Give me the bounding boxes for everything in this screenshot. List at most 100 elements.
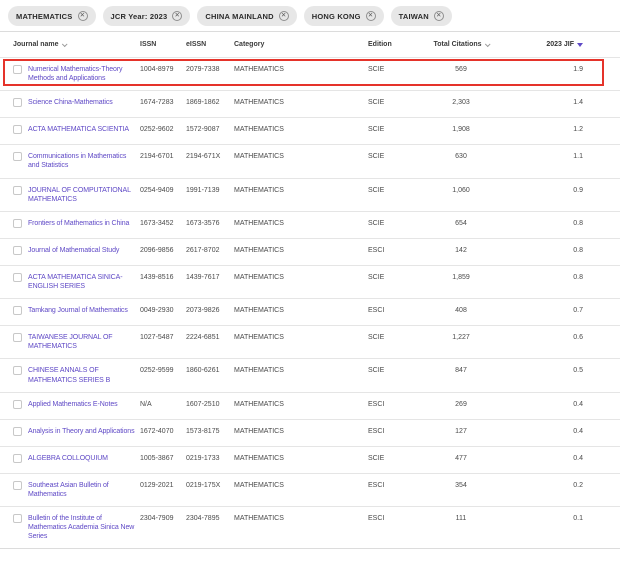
category-cell: MATHEMATICS xyxy=(234,400,360,409)
eissn-cell: 1607-2510 xyxy=(186,400,234,409)
jif-cell: 0.8 xyxy=(510,273,620,282)
journal-name-link[interactable]: Science China-Mathematics xyxy=(28,98,140,107)
journal-name-link[interactable]: Analysis in Theory and Applications xyxy=(28,427,140,436)
edition-cell: SCIE xyxy=(360,98,412,107)
row-checkbox[interactable] xyxy=(13,152,22,161)
chip-close-icon[interactable]: ✕ xyxy=(279,11,289,21)
jif-cell: 0.4 xyxy=(510,427,620,436)
row-checkbox[interactable] xyxy=(13,454,22,463)
journal-name-link[interactable]: Southeast Asian Bulletin of Mathematics xyxy=(28,481,140,499)
category-cell: MATHEMATICS xyxy=(234,273,360,282)
journal-name-link[interactable]: Bulletin of the Institute of Mathematics… xyxy=(28,514,140,541)
filter-chip-mathematics[interactable]: MATHEMATICS ✕ xyxy=(8,6,96,26)
filter-chip-china-mainland[interactable]: CHINA MAINLAND ✕ xyxy=(197,6,296,26)
table-row: Communications in Mathematics and Statis… xyxy=(0,145,620,178)
journal-name-link[interactable]: Frontiers of Mathematics in China xyxy=(28,219,140,228)
journal-name-link[interactable]: Tamkang Journal of Mathematics xyxy=(28,306,140,315)
total-citations-cell: 111 xyxy=(412,514,510,523)
row-checkbox[interactable] xyxy=(13,366,22,375)
row-checkbox[interactable] xyxy=(13,186,22,195)
journal-name-link[interactable]: Journal of Mathematical Study xyxy=(28,246,140,255)
row-checkbox[interactable] xyxy=(13,481,22,490)
eissn-cell: 1572-9087 xyxy=(186,125,234,134)
row-checkbox[interactable] xyxy=(13,246,22,255)
journal-name-link[interactable]: Applied Mathematics E-Notes xyxy=(28,400,140,409)
table-row: Science China-Mathematics 1674-7283 1869… xyxy=(0,91,620,118)
issn-cell: 0049-2930 xyxy=(140,306,186,315)
row-checkbox[interactable] xyxy=(13,65,22,74)
category-cell: MATHEMATICS xyxy=(234,65,360,74)
jif-cell: 0.8 xyxy=(510,219,620,228)
journal-name-link[interactable]: TAIWANESE JOURNAL OF MATHEMATICS xyxy=(28,333,140,351)
jif-cell: 0.4 xyxy=(510,400,620,409)
row-checkbox[interactable] xyxy=(13,306,22,315)
total-citations-cell: 408 xyxy=(412,306,510,315)
column-header-issn: ISSN xyxy=(140,41,186,48)
issn-cell: 1439-8516 xyxy=(140,273,186,282)
column-header-2023-jif[interactable]: 2023 JIF xyxy=(510,41,620,48)
filter-chip-label: JCR Year: 2023 xyxy=(111,12,168,21)
chip-close-icon[interactable]: ✕ xyxy=(172,11,182,21)
category-cell: MATHEMATICS xyxy=(234,514,360,523)
total-citations-cell: 630 xyxy=(412,152,510,161)
eissn-cell: 2224-6851 xyxy=(186,333,234,342)
chip-close-icon[interactable]: ✕ xyxy=(78,11,88,21)
jif-cell: 1.4 xyxy=(510,98,620,107)
column-header-eissn: eISSN xyxy=(186,41,234,48)
row-checkbox[interactable] xyxy=(13,98,22,107)
filter-chip-bar: MATHEMATICS ✕ JCR Year: 2023 ✕ CHINA MAI… xyxy=(0,0,620,31)
issn-cell: 0254-9409 xyxy=(140,186,186,195)
row-checkbox[interactable] xyxy=(13,125,22,134)
table-row: Journal of Mathematical Study 2096-9856 … xyxy=(0,239,620,266)
column-header-journal-name[interactable]: Journal name xyxy=(0,41,140,48)
journal-name-link[interactable]: ACTA MATHEMATICA SCIENTIA xyxy=(28,125,140,134)
total-citations-cell: 2,303 xyxy=(412,98,510,107)
table-row: Southeast Asian Bulletin of Mathematics … xyxy=(0,474,620,507)
eissn-cell: 2617-8702 xyxy=(186,246,234,255)
edition-cell: ESCI xyxy=(360,400,412,409)
row-checkbox[interactable] xyxy=(13,400,22,409)
journal-name-link[interactable]: JOURNAL OF COMPUTATIONAL MATHEMATICS xyxy=(28,186,140,204)
chip-close-icon[interactable]: ✕ xyxy=(434,11,444,21)
jif-cell: 0.2 xyxy=(510,481,620,490)
table-row: ALGEBRA COLLOQUIUM 1005-3867 0219-1733 M… xyxy=(0,447,620,474)
journal-name-link[interactable]: ALGEBRA COLLOQUIUM xyxy=(28,454,140,463)
filter-chip-taiwan[interactable]: TAIWAN ✕ xyxy=(391,6,452,26)
journal-name-link[interactable]: Communications in Mathematics and Statis… xyxy=(28,152,140,170)
journal-name-link[interactable]: CHINESE ANNALS OF MATHEMATICS SERIES B xyxy=(28,366,140,384)
row-checkbox[interactable] xyxy=(13,273,22,282)
table-body: Numerical Mathematics-Theory Methods and… xyxy=(0,58,620,548)
category-cell: MATHEMATICS xyxy=(234,427,360,436)
edition-cell: SCIE xyxy=(360,366,412,375)
chip-close-icon[interactable]: ✕ xyxy=(366,11,376,21)
category-cell: MATHEMATICS xyxy=(234,306,360,315)
jif-cell: 0.5 xyxy=(510,366,620,375)
eissn-cell: 0219-175X xyxy=(186,481,234,490)
journal-name-link[interactable]: Numerical Mathematics-Theory Methods and… xyxy=(28,65,140,83)
issn-cell: 2194-6701 xyxy=(140,152,186,161)
jcr-journals-page: MATHEMATICS ✕ JCR Year: 2023 ✕ CHINA MAI… xyxy=(0,0,620,568)
issn-cell: 1005-3867 xyxy=(140,454,186,463)
column-header-total-citations[interactable]: Total Citations xyxy=(412,41,510,48)
journal-name-link[interactable]: ACTA MATHEMATICA SINICA-ENGLISH SERIES xyxy=(28,273,140,291)
row-checkbox[interactable] xyxy=(13,219,22,228)
row-checkbox[interactable] xyxy=(13,333,22,342)
table-header-row: Journal name ISSN eISSN Category Edition… xyxy=(0,32,620,58)
issn-cell: 0252-9602 xyxy=(140,125,186,134)
row-checkbox[interactable] xyxy=(13,427,22,436)
category-cell: MATHEMATICS xyxy=(234,152,360,161)
filter-chip-hong-kong[interactable]: HONG KONG ✕ xyxy=(304,6,384,26)
category-cell: MATHEMATICS xyxy=(234,219,360,228)
issn-cell: 0129-2021 xyxy=(140,481,186,490)
total-citations-cell: 477 xyxy=(412,454,510,463)
category-cell: MATHEMATICS xyxy=(234,125,360,134)
filter-chip-jcr-year[interactable]: JCR Year: 2023 ✕ xyxy=(103,6,191,26)
total-citations-cell: 569 xyxy=(412,65,510,74)
jif-cell: 0.4 xyxy=(510,454,620,463)
filter-chip-label: CHINA MAINLAND xyxy=(205,12,273,21)
table-row: Analysis in Theory and Applications 1672… xyxy=(0,420,620,447)
edition-cell: SCIE xyxy=(360,219,412,228)
category-cell: MATHEMATICS xyxy=(234,186,360,195)
row-checkbox[interactable] xyxy=(13,514,22,523)
edition-cell: SCIE xyxy=(360,152,412,161)
